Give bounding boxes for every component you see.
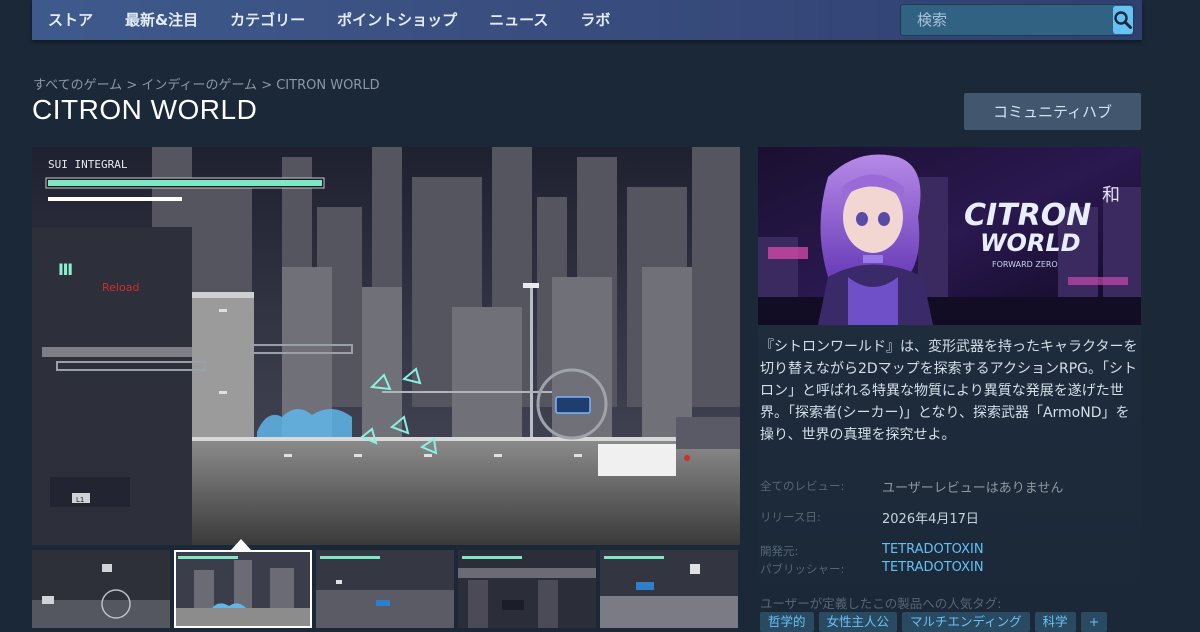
thumbnail-3[interactable] xyxy=(316,550,454,628)
reviews-value: ユーザーレビューはありません xyxy=(882,481,1064,496)
breadcrumb-current-game[interactable]: CITRON WORLD xyxy=(276,78,379,93)
thumbnail-4-image xyxy=(458,550,596,628)
release-date-label: リリース日: xyxy=(760,510,821,524)
nav-store[interactable]: ストア xyxy=(32,0,109,40)
hud-reload-text: Reload xyxy=(102,281,139,294)
search-box xyxy=(900,4,1134,36)
thumbnail-2[interactable] xyxy=(174,550,312,628)
tag-science[interactable]: 科学 xyxy=(1034,612,1076,632)
nav-labs[interactable]: ラボ xyxy=(564,0,626,40)
thumbnail-1[interactable] xyxy=(32,550,170,628)
hud-ammo-indicator: Ⅲ xyxy=(58,260,73,279)
developer-label: 開発元: xyxy=(760,544,799,558)
community-hub-button[interactable]: コミュニティハブ xyxy=(964,93,1141,130)
tag-philosophical[interactable]: 哲学的 xyxy=(760,612,814,632)
tag-female-protagonist[interactable]: 女性主人公 xyxy=(818,612,898,632)
developer-link[interactable]: TETRADOTOXIN xyxy=(882,542,984,557)
breadcrumb-separator: > xyxy=(122,78,142,93)
hud-l1-tag: L1 xyxy=(76,496,84,504)
search-button[interactable] xyxy=(1113,6,1133,34)
thumbnail-2-image xyxy=(174,550,312,628)
game-scene-image: SUI INTEGRAL Ⅲ Reload L1 xyxy=(32,147,740,545)
thumbnail-5[interactable] xyxy=(600,550,738,628)
store-nav-bar: ストア 最新&注目 カテゴリー ポイントショップ ニュース ラボ xyxy=(32,0,1142,40)
breadcrumb: すべてのゲーム > インディーのゲーム > CITRON WORLD xyxy=(33,74,380,93)
thumbnail-3-image xyxy=(316,550,454,628)
publisher-label: パブリッシャー: xyxy=(760,562,845,576)
header-capsule-image: CITRON WORLD FORWARD ZERO 和 xyxy=(758,147,1141,325)
nav-categories[interactable]: カテゴリー xyxy=(214,0,321,40)
capsule-kanji: 和 xyxy=(1102,185,1120,206)
release-date-value: 2026年4月17日 xyxy=(882,512,979,527)
magnifier-icon xyxy=(1114,11,1132,29)
thumbnail-1-image xyxy=(32,550,170,628)
page-title: CITRON WORLD xyxy=(32,94,258,125)
thumbnail-strip xyxy=(32,550,740,628)
popular-tags-label: ユーザーが定義したこの製品への人気タグ: xyxy=(760,596,1002,611)
breadcrumb-separator: > xyxy=(257,78,277,93)
hud-character-name: SUI INTEGRAL xyxy=(48,158,128,171)
nav-points-shop[interactable]: ポイントショップ xyxy=(321,0,473,40)
key-art-illustration: CITRON WORLD FORWARD ZERO 和 xyxy=(758,147,1141,325)
thumbnail-4[interactable] xyxy=(458,550,596,628)
reviews-label: 全てのレビュー: xyxy=(760,479,845,493)
capsule-logo-line2: WORLD xyxy=(980,229,1081,257)
tag-multiple-endings[interactable]: マルチエンディング xyxy=(902,612,1030,632)
capsule-logo-line1: CITRON xyxy=(964,198,1091,233)
capsule-logo-sub: FORWARD ZERO xyxy=(992,260,1058,269)
game-description: 『シトロンワールド』は、変形武器を持ったキャラクターを切り替えながら2Dマップを… xyxy=(760,339,1138,443)
breadcrumb-indie-games[interactable]: インディーのゲーム xyxy=(141,78,257,93)
search-input[interactable] xyxy=(901,5,1113,35)
nav-news[interactable]: ニュース xyxy=(473,0,564,40)
publisher-link[interactable]: TETRADOTOXIN xyxy=(882,560,984,575)
thumbnail-5-image xyxy=(600,550,738,628)
popular-tags-list: 哲学的 女性主人公 マルチエンディング 科学 + xyxy=(760,612,1108,632)
game-info-panel: CITRON WORLD FORWARD ZERO 和 『シトロンワールド』は、… xyxy=(758,147,1141,632)
active-thumbnail-indicator xyxy=(231,539,251,550)
breadcrumb-all-games[interactable]: すべてのゲーム xyxy=(33,78,122,93)
tag-more-button[interactable]: + xyxy=(1080,612,1108,632)
main-screenshot[interactable]: SUI INTEGRAL Ⅲ Reload L1 xyxy=(32,147,740,545)
nav-new-noteworthy[interactable]: 最新&注目 xyxy=(109,0,214,40)
